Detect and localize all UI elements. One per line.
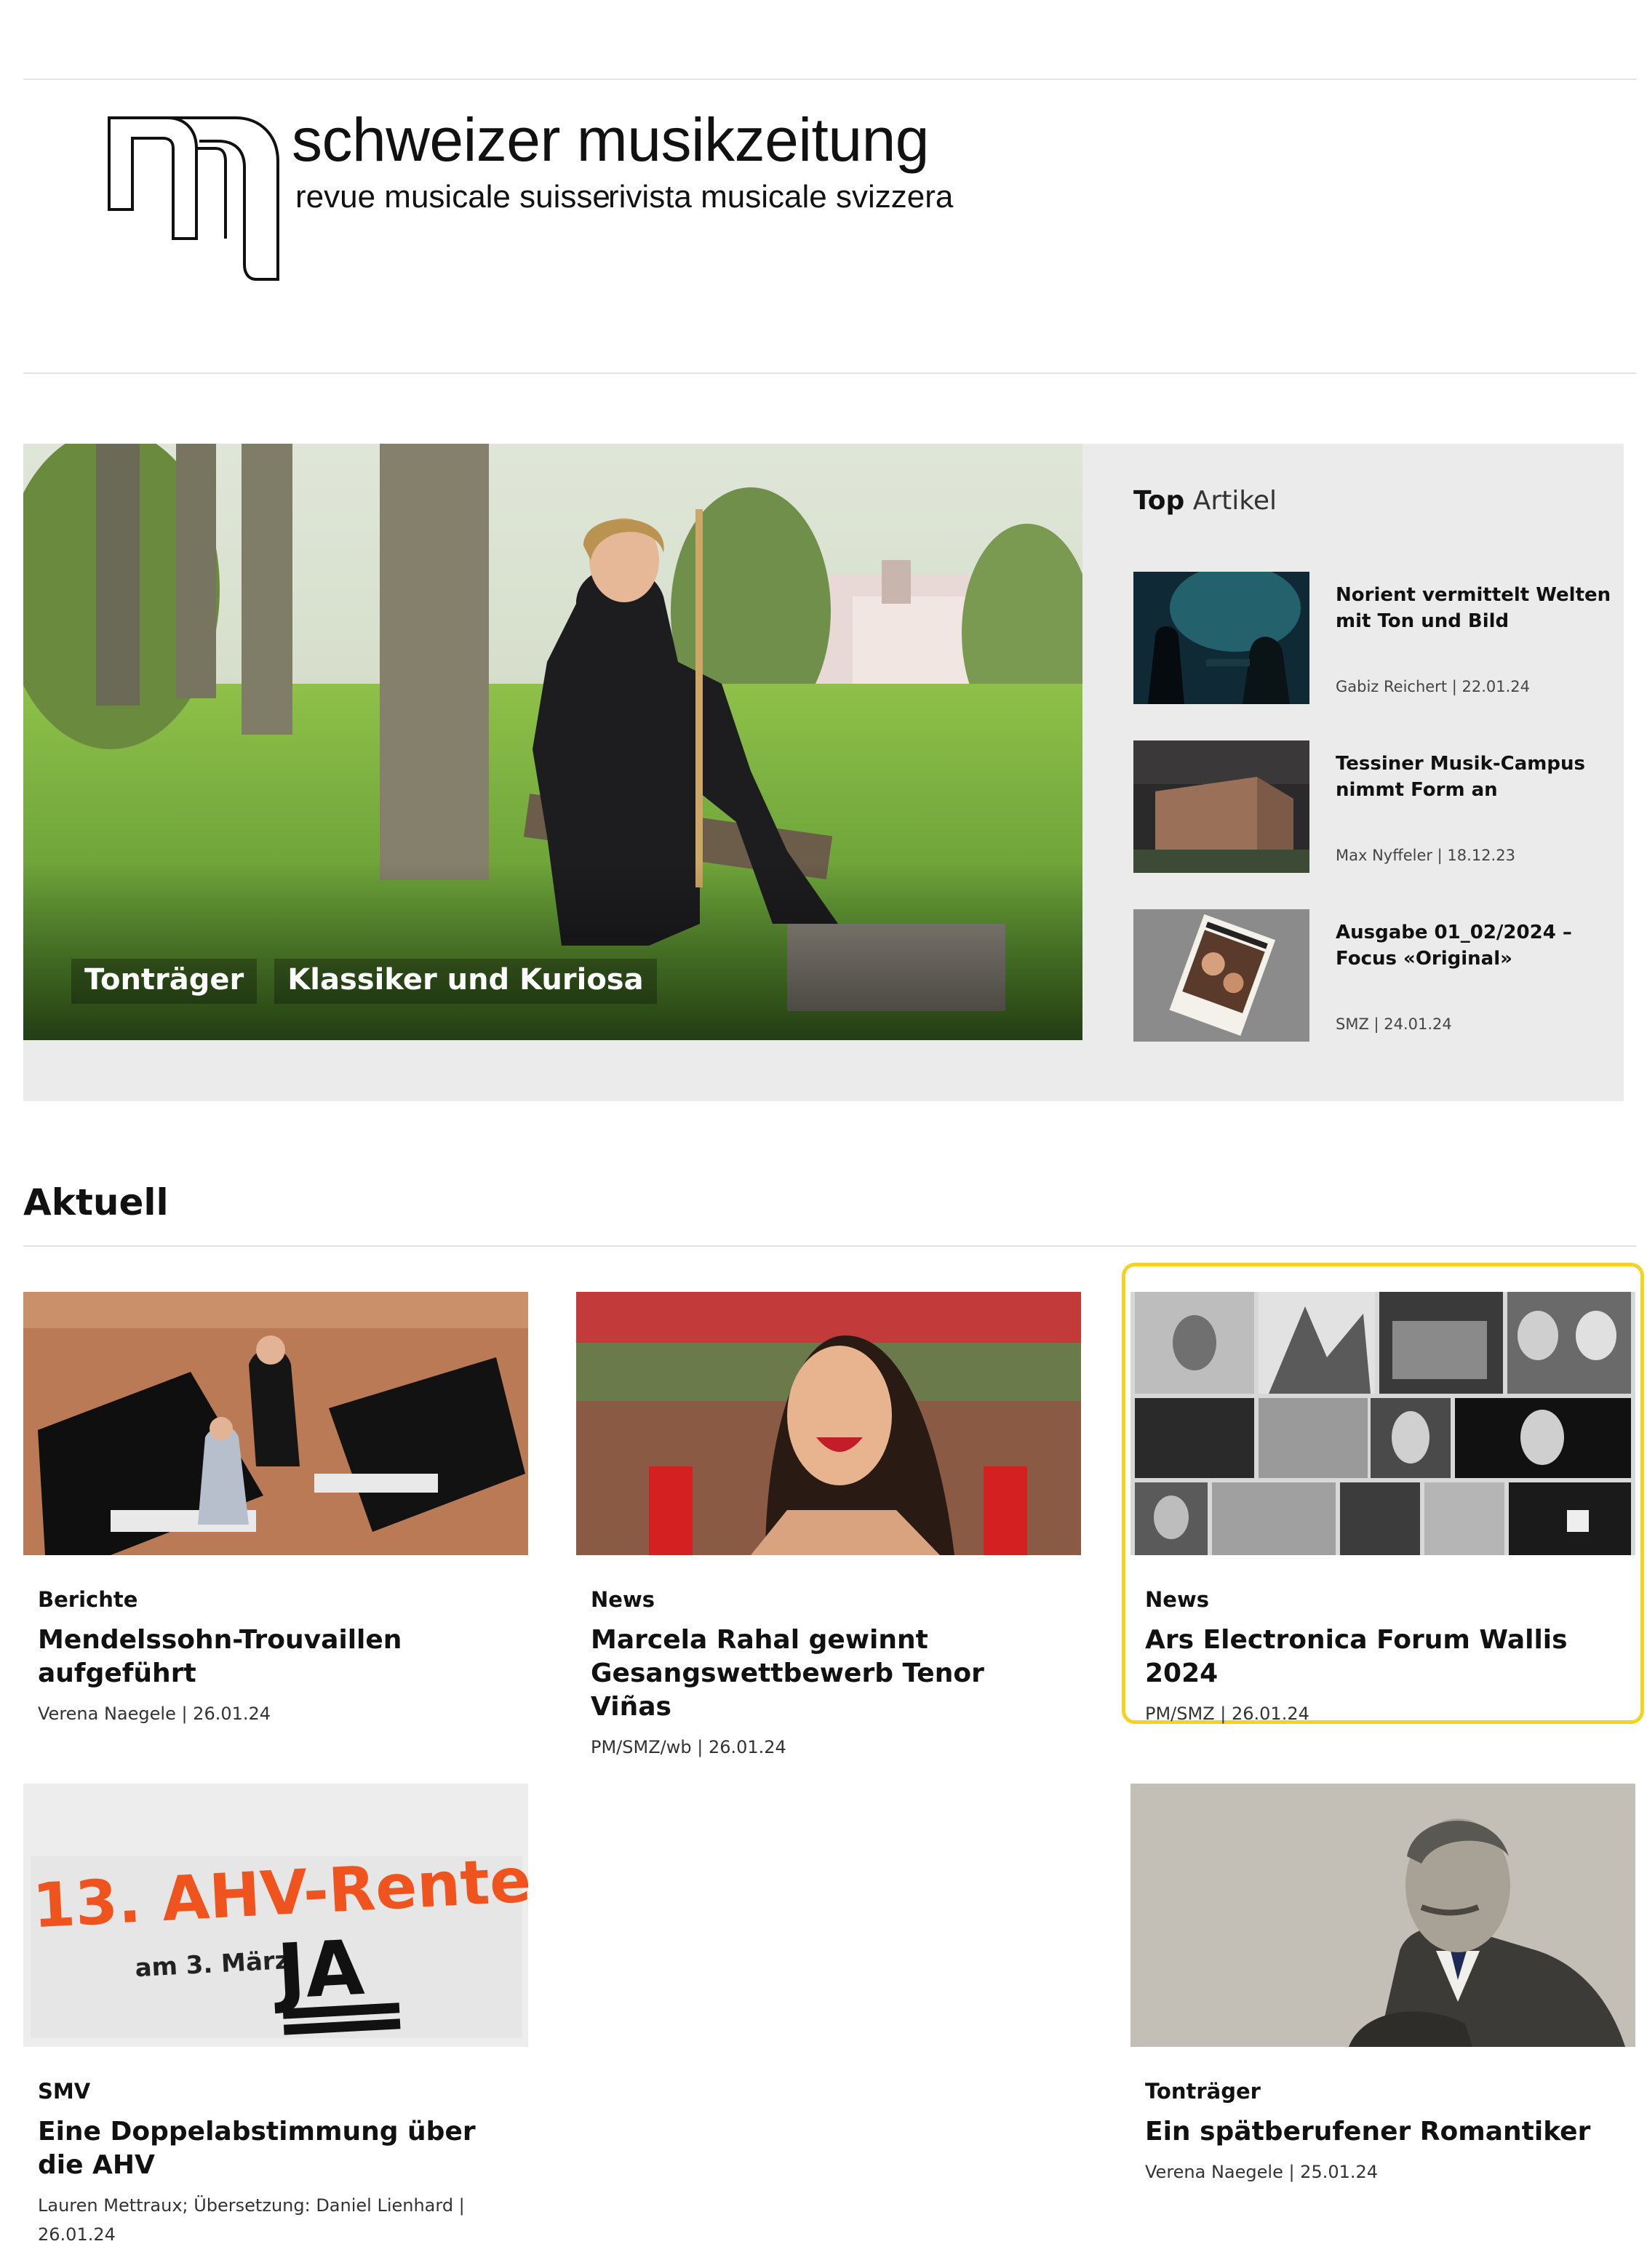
top-article-thumbnail <box>1133 572 1309 704</box>
logo-subtitle-it: rivista musicale svizzera <box>608 179 954 215</box>
ahv-banner-ja: JA <box>271 1923 366 2016</box>
article-card-image <box>1130 1292 1635 1555</box>
article-card[interactable]: 13. AHV-Rente am 3. März JA SMV Eine Dop… <box>23 1784 528 2249</box>
article-card-title: Eine Doppelabstimmung über die AHV <box>38 2117 476 2180</box>
article-card[interactable]: Tonträger Ein spätberufener Romantiker V… <box>1130 1784 1635 2187</box>
top-article-thumbnail <box>1133 740 1309 873</box>
article-card-meta: Verena Naegele | 26.01.24 <box>38 1704 271 1724</box>
hero-tag-title[interactable]: Klassiker und Kuriosa <box>274 959 657 1004</box>
logo-subtitle-fr: revue musicale suisse <box>295 179 610 215</box>
logo-title: schweizer musikzeitung <box>292 105 930 174</box>
article-card-title: Mendelssohn-Trouvaillen aufgeführt <box>38 1625 402 1688</box>
article-card[interactable]: Berichte Mendelssohn-Trouvaillen aufgefü… <box>23 1292 528 1728</box>
article-card-image <box>23 1292 528 1555</box>
header-top-rule <box>23 79 1637 80</box>
top-articles-heading: Top Artikel <box>1133 486 1277 516</box>
top-article-meta: Gabiz Reichert | 22.01.24 <box>1336 678 1530 695</box>
header-bottom-rule <box>23 372 1637 374</box>
article-card-title: Ars Electronica Forum Wallis 2024 <box>1145 1625 1568 1688</box>
section-heading-aktuell: Aktuell <box>23 1181 169 1223</box>
article-card-image: 13. AHV-Rente am 3. März JA <box>23 1784 528 2047</box>
top-article-meta: SMZ | 24.01.24 <box>1336 1015 1452 1033</box>
article-card-title: Marcela Rahal gewinnt Gesangswettbewerb … <box>591 1625 984 1722</box>
logo-m-mark <box>108 116 279 281</box>
hero-tags: Tonträger Klassiker und Kuriosa <box>71 959 657 1004</box>
article-card-meta: Verena Naegele | 25.01.24 <box>1145 2162 1379 2182</box>
article-card-category: SMV <box>38 2079 91 2104</box>
top-article-title: Ausgabe 01_02/2024 – Focus «Original» <box>1336 922 1572 970</box>
ahv-banner-image: 13. AHV-Rente am 3. März JA <box>23 1784 528 2047</box>
top-article-title: Tessiner Musik-Campus nimmt Form an <box>1336 753 1585 801</box>
article-card-meta: PM/SMZ/wb | 26.01.24 <box>591 1737 786 1757</box>
article-card-category: Berichte <box>38 1587 138 1612</box>
top-article-item[interactable]: Norient vermittelt Welten mit Ton und Bi… <box>1133 572 1614 704</box>
article-card-image <box>1130 1784 1635 2047</box>
article-card-category: Tonträger <box>1145 2079 1261 2104</box>
top-article-item[interactable]: Ausgabe 01_02/2024 – Focus «Original» SM… <box>1133 909 1614 1042</box>
hero-feature-image[interactable] <box>23 444 1082 1040</box>
article-card[interactable]: News Marcela Rahal gewinnt Gesangswettbe… <box>576 1292 1081 1762</box>
top-article-item[interactable]: Tessiner Musik-Campus nimmt Form an Max … <box>1133 740 1614 873</box>
article-card[interactable]: News Ars Electronica Forum Wallis 2024 P… <box>1130 1292 1635 1728</box>
section-rule <box>23 1245 1637 1247</box>
article-card-image <box>576 1292 1081 1555</box>
article-card-category: News <box>1145 1587 1209 1612</box>
top-article-meta: Max Nyffeler | 18.12.23 <box>1336 847 1515 864</box>
article-card-category: News <box>591 1587 655 1612</box>
article-card-meta: Lauren Mettraux; Übersetzung: Daniel Lie… <box>38 2195 465 2245</box>
site-logo[interactable]: schweizer musikzeitung revue musicale su… <box>106 105 953 284</box>
top-article-title: Norient vermittelt Welten mit Ton und Bi… <box>1336 584 1611 632</box>
hero-tag-category[interactable]: Tonträger <box>71 959 258 1004</box>
top-article-thumbnail <box>1133 909 1309 1042</box>
article-card-title: Ein spätberufener Romantiker <box>1145 2117 1591 2147</box>
article-card-meta: PM/SMZ | 26.01.24 <box>1145 1704 1309 1724</box>
